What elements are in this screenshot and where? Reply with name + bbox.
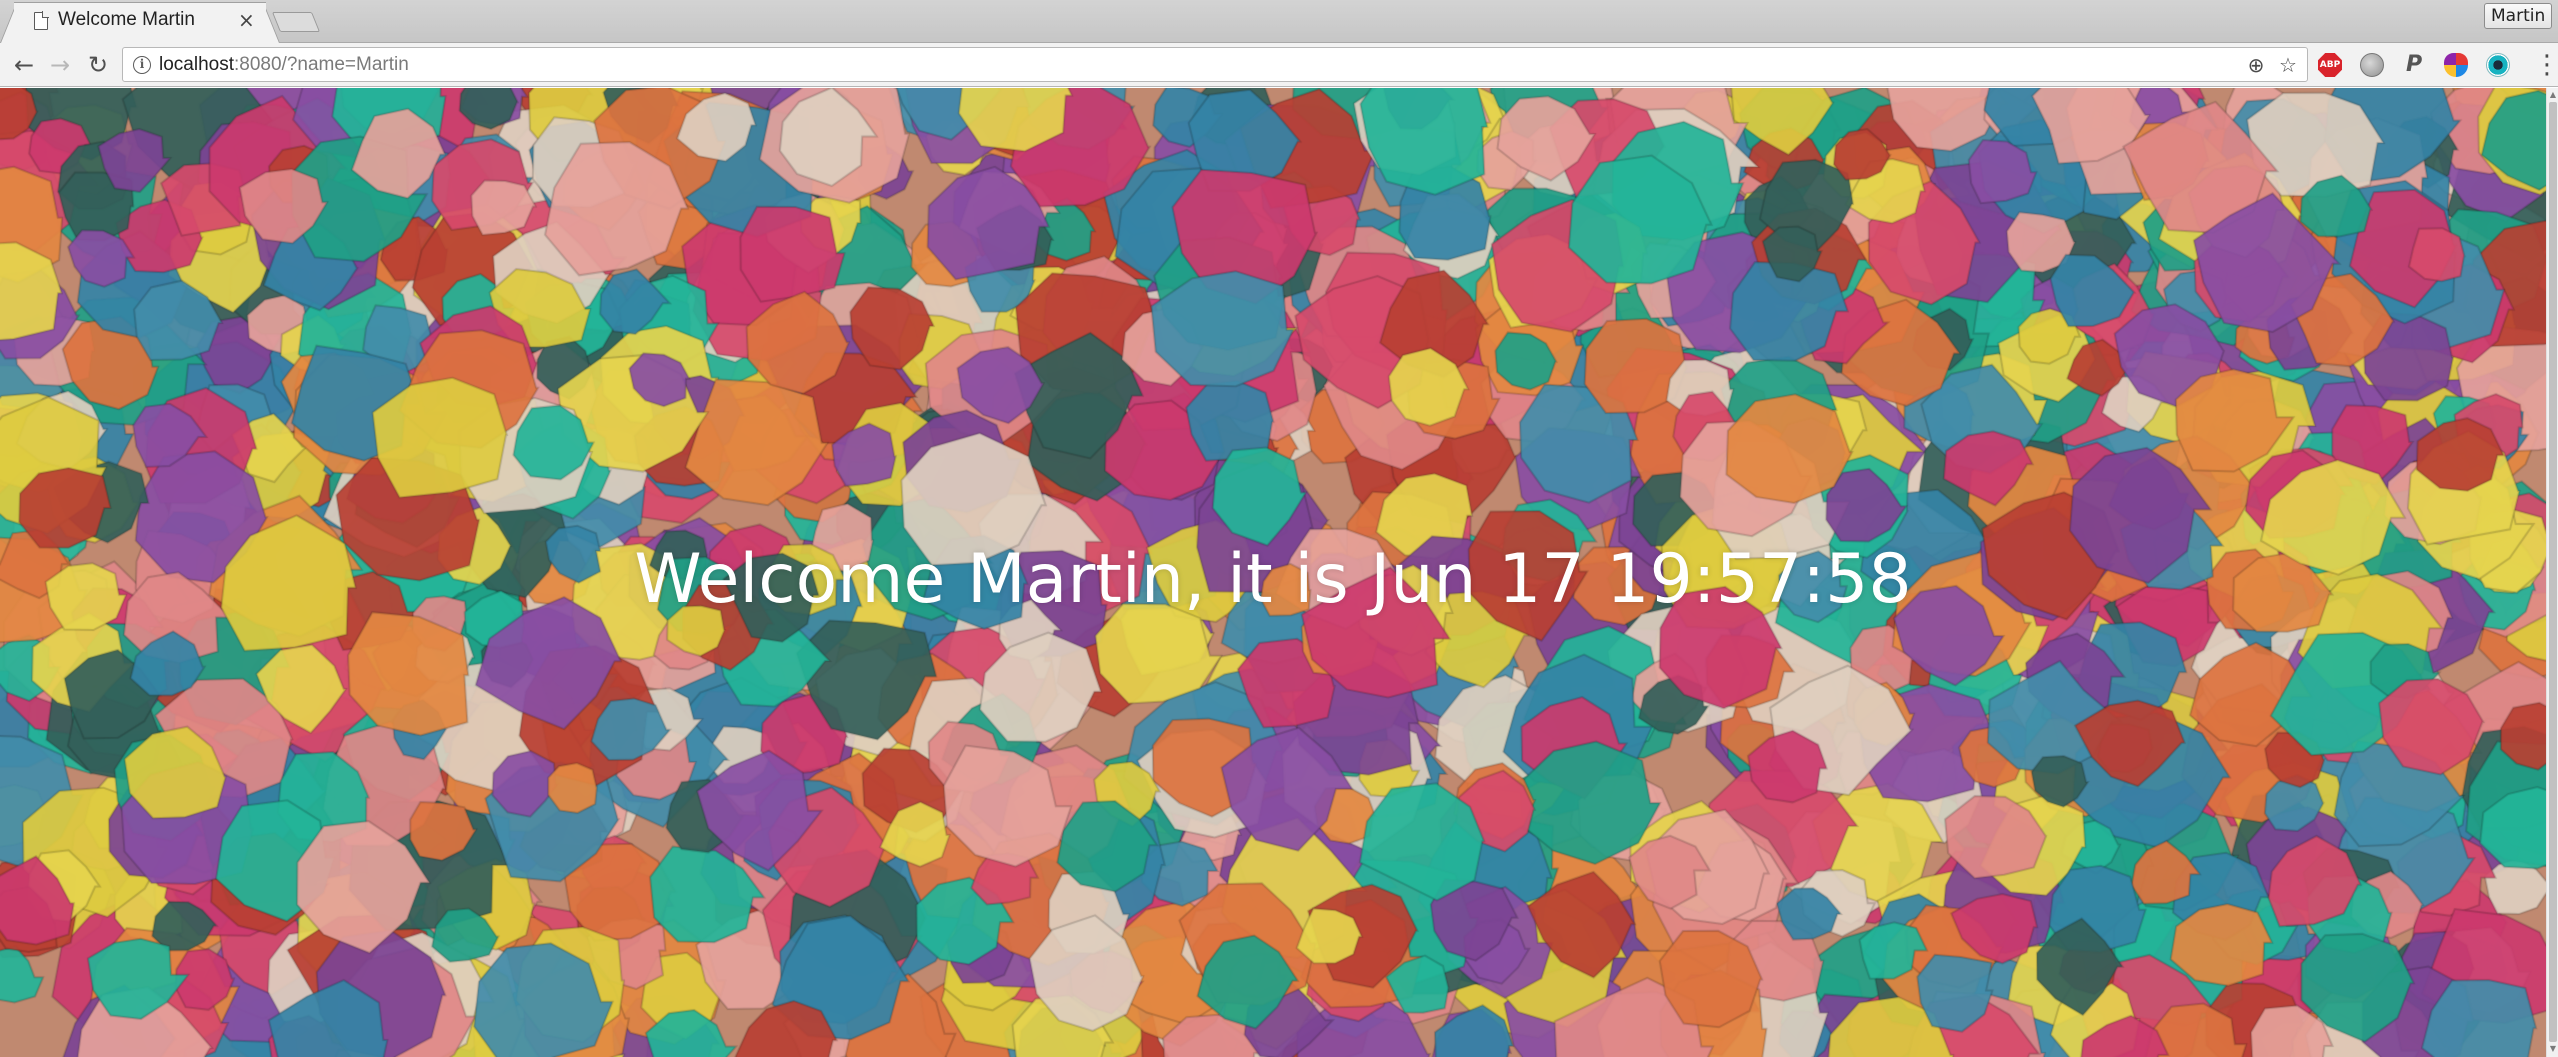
page-scrollbar[interactable]: ▲ ▼ [2546,88,2558,1057]
ring-extension-icon[interactable] [2486,53,2510,77]
reload-icon[interactable]: ↻ [82,49,114,81]
zoom-icon[interactable]: ⊕ [2243,51,2269,79]
new-tab-button[interactable] [271,12,321,32]
tab-title: Welcome Martin [58,9,195,30]
welcome-message: Welcome Martin, it is Jun 17 19:57:58 [634,540,1912,619]
url-text[interactable]: localhost:8080/?name=Martin [159,54,409,76]
globe-extension-icon[interactable] [2360,53,2384,77]
bookmark-star-icon[interactable]: ☆ [2275,51,2301,79]
forward-arrow-icon[interactable]: → [44,49,76,81]
info-icon[interactable]: i [133,56,151,74]
back-arrow-icon[interactable]: ← [8,49,40,81]
colorful-extension-icon[interactable] [2444,53,2468,77]
adblock-plus-icon[interactable]: ABP [2318,53,2342,77]
page-viewport: Welcome Martin, it is Jun 17 19:57:58 [0,88,2546,1057]
scroll-down-icon[interactable]: ▼ [2548,1044,2558,1054]
tab-strip: Welcome Martin × Martin [0,0,2558,43]
browser-toolbar: ← → ↻ i localhost:8080/?name=Martin ⊕ ☆ … [0,43,2558,87]
page-icon [34,11,49,30]
url-path: :8080/?name=Martin [234,54,409,75]
url-host: localhost [159,54,234,75]
address-bar[interactable]: i localhost:8080/?name=Martin ⊕ ☆ [122,47,2308,82]
profile-button[interactable]: Martin [2484,3,2553,29]
close-tab-icon[interactable]: × [238,8,255,32]
scroll-up-icon[interactable]: ▲ [2548,90,2558,100]
browser-menu-icon[interactable]: ⋮ [2534,50,2558,80]
scrollbar-thumb[interactable] [2549,102,2557,1042]
p-extension-icon[interactable]: P [2402,53,2426,77]
